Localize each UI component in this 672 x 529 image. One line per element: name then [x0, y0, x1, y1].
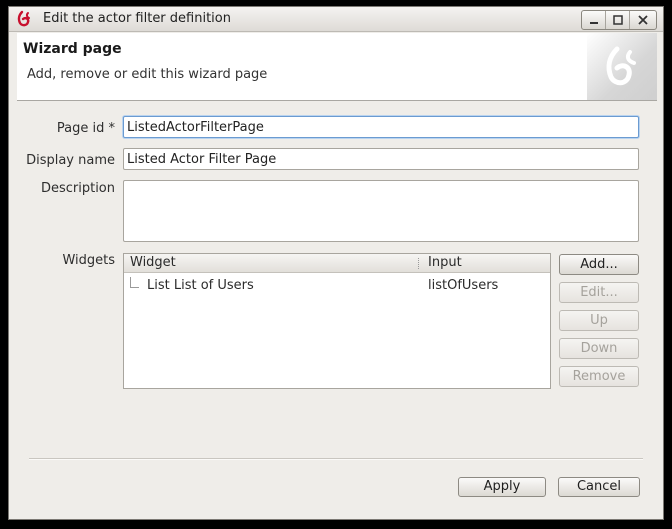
bonita-logo-icon: [606, 46, 636, 86]
wizard-header: Wizard page Add, remove or edit this wiz…: [17, 33, 657, 101]
widgets-table[interactable]: Widget Input List List of Users listOfUs…: [123, 253, 551, 389]
maximize-button[interactable]: [606, 11, 630, 29]
footer-divider: [29, 458, 643, 460]
add-widget-button[interactable]: Add...: [559, 254, 639, 275]
minimize-button[interactable]: [582, 11, 606, 29]
remove-widget-button[interactable]: Remove: [559, 366, 639, 387]
title-bar[interactable]: Edit the actor filter definition: [9, 7, 663, 32]
page-id-input[interactable]: [123, 116, 639, 138]
column-header-input[interactable]: Input: [422, 254, 550, 272]
move-down-button[interactable]: Down: [559, 338, 639, 359]
dialog-window: Edit the actor filter definition Wizard …: [8, 6, 664, 520]
display-name-input[interactable]: [123, 148, 639, 170]
widgets-label: Widgets: [62, 253, 115, 268]
table-header: Widget Input: [124, 254, 550, 273]
page-id-label: Page id *: [56, 121, 115, 136]
apply-button[interactable]: Apply: [458, 477, 546, 497]
table-row[interactable]: List List of Users listOfUsers: [124, 275, 550, 295]
minimize-icon: [589, 22, 598, 24]
cancel-button[interactable]: Cancel: [558, 477, 640, 497]
app-logo-icon: [17, 10, 30, 27]
description-label: Description: [40, 181, 115, 196]
edit-widget-button[interactable]: Edit...: [559, 282, 639, 303]
close-button[interactable]: [630, 11, 656, 29]
header-decoration: [587, 33, 657, 100]
display-name-label: Display name: [26, 153, 115, 168]
close-icon: [638, 15, 648, 25]
page-title: Wizard page: [23, 41, 122, 57]
table-cell-input: listOfUsers: [428, 277, 499, 293]
page-subtitle: Add, remove or edit this wizard page: [27, 67, 268, 82]
window-title: Edit the actor filter definition: [43, 11, 231, 26]
maximize-icon: [612, 15, 623, 25]
table-cell-widget: List List of Users: [124, 276, 422, 293]
tree-connector-icon: [130, 276, 139, 288]
move-up-button[interactable]: Up: [559, 310, 639, 331]
column-header-widget[interactable]: Widget: [124, 254, 422, 272]
description-textarea[interactable]: [123, 180, 639, 242]
window-controls: [581, 10, 657, 30]
